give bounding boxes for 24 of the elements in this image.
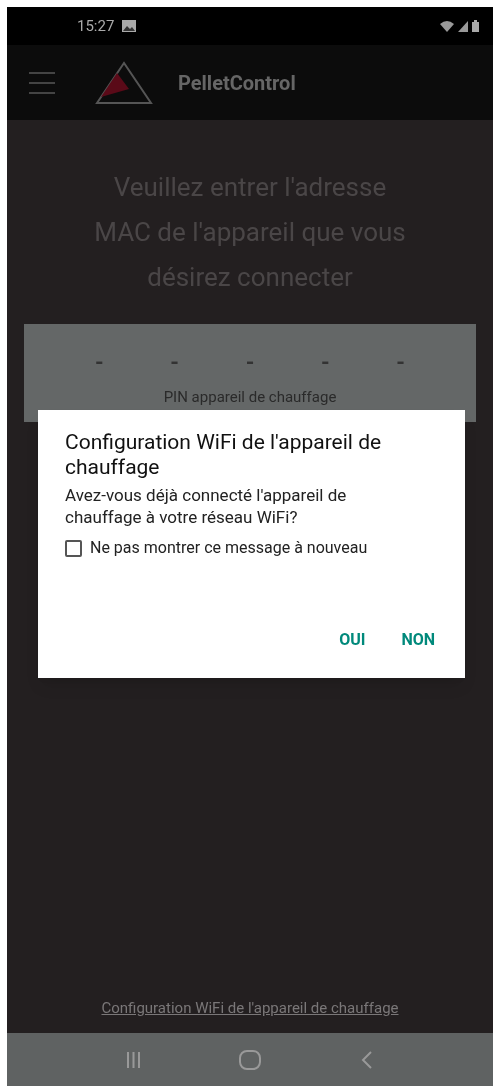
checkbox-label: Ne pas montrer ce message à nouveau (90, 537, 368, 559)
dialog-button[interactable]: OUI (331, 622, 374, 658)
pin-digit: - (321, 352, 330, 374)
pin-digit: - (170, 352, 179, 374)
checkbox[interactable] (65, 539, 82, 557)
dialog-message: Avez-vous déjà connecté l'appareil de chauffage à votre réseau WiFi? (65, 484, 348, 528)
recent-apps-icon[interactable] (126, 1051, 140, 1068)
app-title: PelletControl (178, 69, 296, 97)
dialog-title: Configuration WiFi de l'appareil de chauffage (65, 430, 383, 480)
status-time: 15:27 (77, 15, 115, 37)
logo-icon[interactable] (95, 60, 153, 105)
home-icon[interactable] (239, 1049, 262, 1070)
wifi-config-link[interactable]: Configuration WiFi de l'appareil de chauffage (101, 996, 399, 1019)
pin-digit: - (396, 352, 405, 374)
pin-label: PIN appareil de chauffage (163, 388, 337, 406)
signal-icon (458, 20, 468, 32)
wifi-icon (440, 20, 454, 32)
image-icon (122, 20, 137, 32)
pin-digit: - (95, 352, 104, 374)
battery-icon (472, 20, 479, 32)
back-icon[interactable] (361, 1050, 374, 1069)
pin-digit: - (245, 352, 255, 374)
dialog-button[interactable]: NON (393, 622, 443, 658)
menu-button[interactable] (29, 71, 55, 94)
